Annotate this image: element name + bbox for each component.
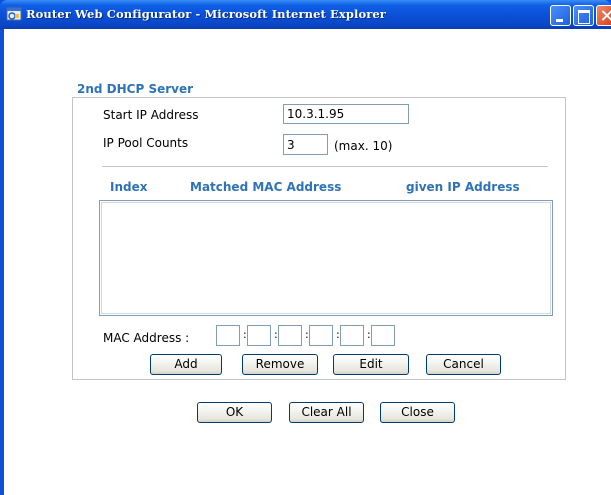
ok-button[interactable]: OK [197,402,272,423]
mac-ip-list[interactable] [99,200,553,316]
column-header-mac: Matched MAC Address [190,180,342,194]
mac-octet-6[interactable] [371,325,395,346]
close-button[interactable]: Close [380,402,455,423]
mac-octet-3[interactable] [278,325,302,346]
close-icon[interactable] [596,5,611,26]
mac-octet-1[interactable] [216,325,240,346]
divider [102,166,548,167]
ip-pool-hint: (max. 10) [334,139,393,153]
mac-octet-4[interactable] [309,325,333,346]
ip-pool-input[interactable] [283,134,328,155]
edit-button[interactable]: Edit [333,354,409,375]
mac-octet-2[interactable] [247,325,271,346]
minimize-icon[interactable] [550,5,571,26]
maximize-icon[interactable] [573,5,594,26]
column-header-ip: given IP Address [406,180,520,194]
column-header-index: Index [110,180,148,194]
add-button[interactable]: Add [150,354,222,375]
clear-all-button[interactable]: Clear All [289,402,364,423]
remove-button[interactable]: Remove [242,354,318,375]
start-ip-input[interactable] [283,104,409,124]
mac-octet-5[interactable] [340,325,364,346]
title-bar[interactable]: Router Web Configurator - Microsoft Inte… [0,0,611,29]
ip-pool-label: IP Pool Counts [103,136,189,150]
ie-window-icon [6,6,22,22]
section-title: 2nd DHCP Server [77,82,194,96]
start-ip-label: Start IP Address [103,108,199,122]
cancel-button[interactable]: Cancel [426,354,501,375]
window-title: Router Web Configurator - Microsoft Inte… [26,7,386,21]
mac-ip-list-area [101,202,551,314]
mac-address-label: MAC Address : [103,331,190,345]
